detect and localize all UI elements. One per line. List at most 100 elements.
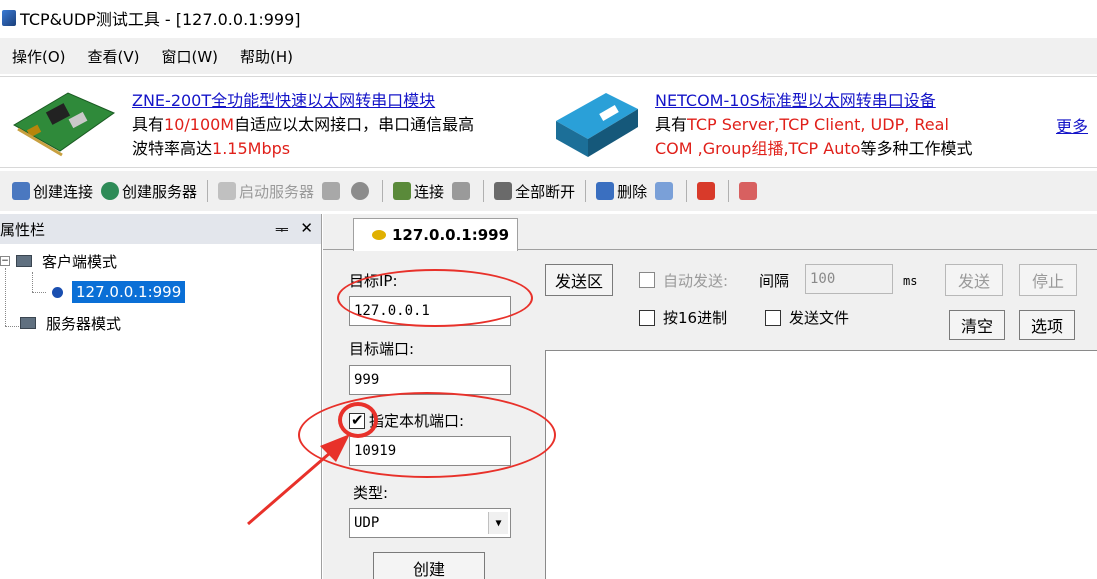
ad-netcom10s-link[interactable]: NETCOM-10S标准型以太网转串口设备: [655, 89, 1045, 113]
start-server-label: 启动服务器: [239, 182, 315, 201]
ad-zne200t: ZNE-200T全功能型快速以太网转串口模块 具有10/100M自适应以太网接口…: [132, 89, 532, 161]
computer-icon: [16, 255, 32, 267]
app-icon: [2, 10, 16, 26]
stop-circle-button[interactable]: [347, 177, 376, 205]
delete-icon: [596, 182, 615, 200]
tab-strip: 127.0.0.1:999: [323, 214, 1097, 251]
send-file-checkbox[interactable]: [765, 310, 781, 326]
menu-help[interactable]: 帮助(H): [240, 46, 293, 67]
send-area-button[interactable]: 发送区: [545, 264, 613, 296]
power-icon: [697, 182, 716, 200]
tree-node-client-mode[interactable]: − 客户端模式: [0, 248, 117, 274]
hex-checkbox[interactable]: [639, 310, 655, 326]
hex-label: 按16进制: [663, 309, 728, 327]
auto-send-checkbox[interactable]: [639, 272, 655, 288]
ad-banner: ZNE-200T全功能型快速以太网转串口模块 具有10/100M自适应以太网接口…: [0, 76, 1097, 168]
target-port-label: 目标端口:: [349, 340, 415, 358]
window-title: TCP&UDP测试工具 - [127.0.0.1:999]: [20, 10, 301, 29]
tree-line: [32, 272, 33, 292]
property-panel-title: 属性栏: [0, 220, 46, 239]
annotation-ip-circle: [337, 269, 533, 327]
tree-line: [5, 268, 6, 326]
help-icon: [739, 182, 758, 200]
ad-zne200t-line1: 具有10/100M自适应以太网接口，串口通信最高: [132, 115, 475, 134]
ms-label: ms: [903, 274, 918, 288]
users-icon: [322, 182, 341, 200]
clear-button[interactable]: 清空: [949, 310, 1005, 340]
create-connection-label: 创建连接: [33, 182, 94, 201]
disconnect-all-label: 全部断开: [515, 182, 576, 201]
tree-node-client-item[interactable]: 127.0.0.1:999: [52, 279, 186, 305]
target-port-input[interactable]: 999: [349, 365, 511, 395]
auto-send-label: 自动发送:: [663, 272, 729, 290]
delete-button[interactable]: 删除: [592, 177, 651, 205]
client-mode-label: 客户端模式: [42, 252, 118, 271]
tab-label: 127.0.0.1:999: [392, 226, 510, 244]
stop-button[interactable]: 停止: [1019, 264, 1077, 296]
power-button[interactable]: [693, 177, 722, 205]
users-button[interactable]: [318, 177, 347, 205]
tree-line: [5, 326, 19, 327]
computer-icon: [20, 317, 36, 329]
send-file-label: 发送文件: [789, 309, 850, 327]
annotation-checkbox-circle: [338, 402, 378, 438]
toolbar-separator: [585, 180, 587, 202]
netcom-device-image: [556, 93, 638, 157]
connect-icon: [393, 182, 412, 200]
menu-operate[interactable]: 操作(O): [12, 46, 66, 67]
ad-netcom10s-line1: 具有TCP Server,TCP Client, UDP, Real: [655, 115, 949, 134]
chevron-down-icon[interactable]: ▼: [488, 512, 508, 534]
tab-connection[interactable]: 127.0.0.1:999: [353, 218, 519, 251]
interval-input[interactable]: 100: [805, 264, 893, 294]
property-panel: 属性栏 ᆍ ✕ − 客户端模式 127.0.0.1:999 服务器模式: [0, 214, 322, 579]
connection-dot-icon: [52, 286, 63, 298]
delete-all-button[interactable]: [651, 177, 680, 205]
delete-all-icon: [655, 182, 674, 200]
start-server-button[interactable]: 启动服务器: [214, 177, 318, 205]
toolbar-separator: [207, 180, 209, 202]
collapse-icon[interactable]: −: [0, 256, 10, 266]
create-connection-icon: [12, 182, 30, 200]
client-item-label: 127.0.0.1:999: [72, 281, 186, 303]
options-button[interactable]: 选项: [1019, 310, 1075, 340]
toolbar-separator: [686, 180, 688, 202]
connect-label: 连接: [414, 182, 445, 201]
disconnect-button[interactable]: [448, 177, 477, 205]
ad-netcom10s: NETCOM-10S标准型以太网转串口设备 具有TCP Server,TCP C…: [655, 89, 1045, 161]
menu-bar: 操作(O) 查看(V) 窗口(W) 帮助(H): [0, 38, 1097, 74]
more-link[interactable]: 更多: [1056, 113, 1088, 137]
ad-zne200t-line2: 波特率高达1.15Mbps: [132, 139, 291, 158]
create-server-button[interactable]: 创建服务器: [97, 177, 201, 205]
create-button[interactable]: 创建: [373, 552, 485, 579]
server-mode-label: 服务器模式: [46, 314, 122, 333]
toolbar-separator: [483, 180, 485, 202]
connect-button[interactable]: 连接: [389, 177, 448, 205]
ad-netcom10s-line2: COM ,Group组播,TCP Auto等多种工作模式: [655, 139, 973, 158]
ad-zne200t-link[interactable]: ZNE-200T全功能型快速以太网转串口模块: [132, 89, 532, 113]
disconnect-all-icon: [494, 182, 513, 200]
menu-view[interactable]: 查看(V): [88, 46, 140, 67]
disconnect-all-button[interactable]: 全部断开: [490, 177, 579, 205]
globe-icon: [101, 182, 120, 200]
interval-label: 间隔: [759, 272, 790, 290]
toolbar-separator: [728, 180, 730, 202]
disconnect-icon: [452, 182, 471, 200]
send-button[interactable]: 发送: [945, 264, 1003, 296]
connection-tab-icon: [372, 230, 386, 240]
help-button[interactable]: [735, 177, 764, 205]
tree-node-server-mode[interactable]: 服务器模式: [20, 310, 121, 336]
annotation-local-port-circle: [298, 392, 556, 478]
create-server-label: 创建服务器: [122, 182, 198, 201]
type-select-value: UDP: [354, 515, 380, 531]
toolbar: 创建连接 创建服务器 启动服务器 连接 全部断开 删除: [0, 171, 1097, 211]
circuit-board-image: [13, 92, 116, 157]
pin-icon[interactable]: ᆍ: [275, 219, 289, 240]
toolbar-separator: [382, 180, 384, 202]
create-connection-button[interactable]: 创建连接: [8, 177, 97, 205]
start-server-icon: [218, 182, 237, 200]
type-label: 类型:: [353, 484, 389, 502]
type-select[interactable]: UDP ▼: [349, 508, 511, 538]
menu-window[interactable]: 窗口(W): [161, 46, 218, 67]
close-icon[interactable]: ✕: [300, 219, 313, 240]
send-textarea[interactable]: [545, 350, 1097, 579]
